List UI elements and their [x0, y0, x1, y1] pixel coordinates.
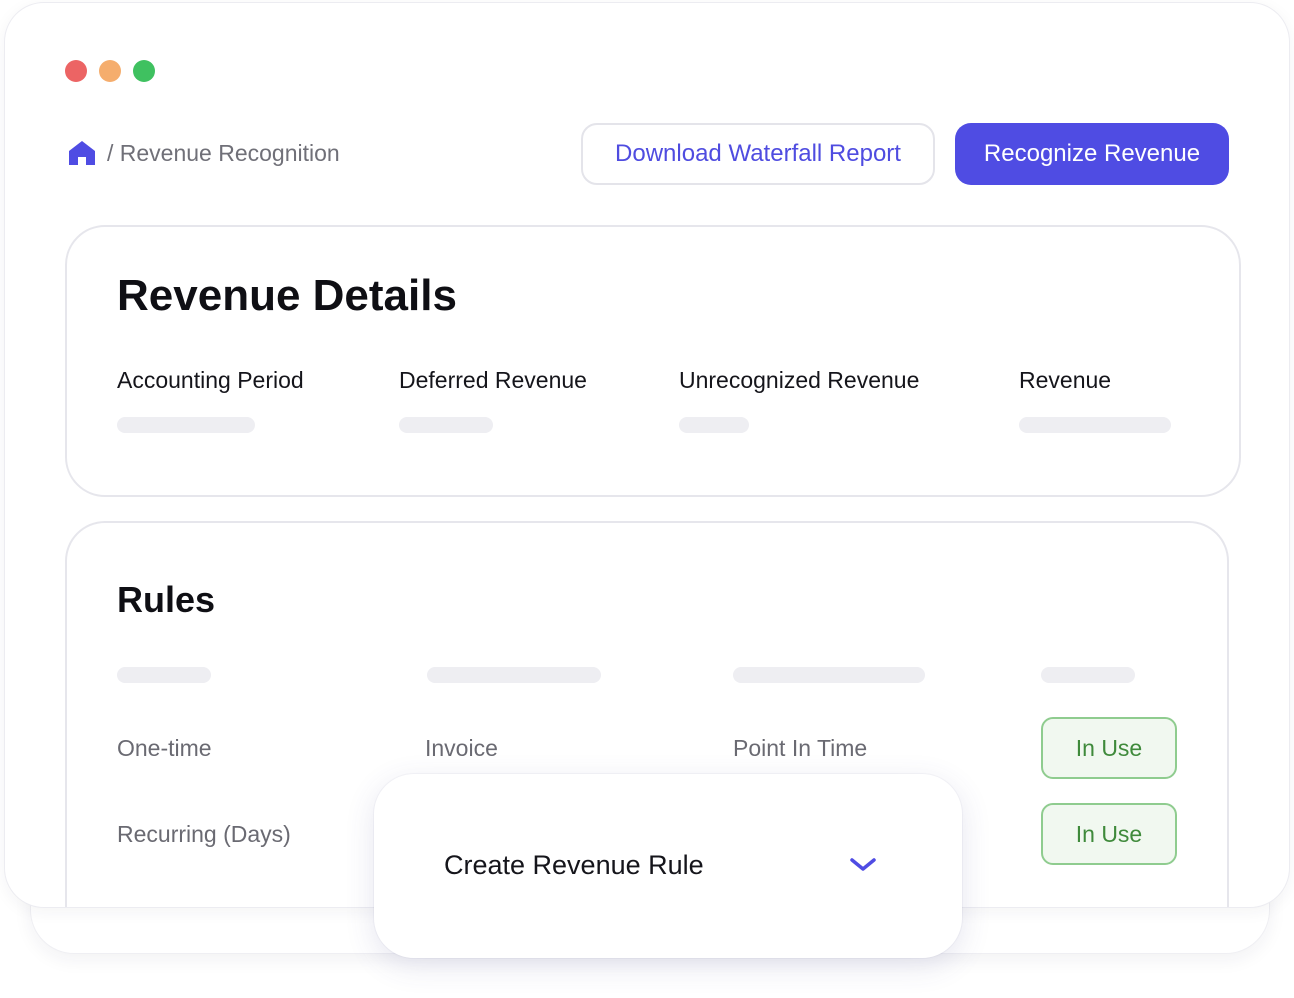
maximize-window-button[interactable]	[133, 60, 155, 82]
rules-title: Rules	[117, 579, 216, 620]
download-waterfall-report-button[interactable]: Download Waterfall Report	[581, 123, 935, 185]
rule-type-cell: One-time	[117, 735, 212, 761]
deferred-revenue-label: Deferred Revenue	[399, 367, 587, 393]
accounting-period-value-placeholder	[117, 417, 255, 433]
create-revenue-rule-label: Create Revenue Rule	[444, 850, 704, 880]
window-controls	[65, 60, 155, 82]
stage: / Revenue Recognition Download Waterfall…	[0, 0, 1294, 998]
minimize-window-button[interactable]	[99, 60, 121, 82]
status-badge[interactable]: In Use	[1041, 803, 1177, 865]
status-badge[interactable]: In Use	[1041, 717, 1177, 779]
rules-header-placeholder	[733, 667, 925, 683]
breadcrumb: / Revenue Recognition	[67, 139, 340, 167]
rules-header-placeholder	[1041, 667, 1135, 683]
rules-header-placeholder	[427, 667, 601, 683]
revenue-details-title: Revenue Details	[117, 271, 457, 320]
create-revenue-rule-dropdown[interactable]: Create Revenue Rule	[374, 774, 962, 958]
chevron-down-icon[interactable]	[848, 856, 878, 879]
accounting-period-label: Accounting Period	[117, 367, 304, 393]
rules-header-placeholder	[117, 667, 211, 683]
unrecognized-revenue-value-placeholder	[679, 417, 749, 433]
app-window: / Revenue Recognition Download Waterfall…	[4, 2, 1290, 908]
rule-type-cell: Recurring (Days)	[117, 821, 291, 847]
revenue-value-placeholder	[1019, 417, 1171, 433]
revenue-label: Revenue	[1019, 367, 1112, 393]
deferred-revenue-value-placeholder	[399, 417, 493, 433]
breadcrumb-current: / Revenue Recognition	[107, 139, 340, 166]
rule-recognition-cell: Point In Time	[733, 735, 868, 761]
revenue-details-card: Revenue Details Accounting Period Deferr…	[65, 225, 1241, 497]
unrecognized-revenue-label: Unrecognized Revenue	[679, 367, 920, 393]
home-icon[interactable]	[67, 139, 97, 167]
recognize-revenue-button[interactable]: Recognize Revenue	[955, 123, 1229, 185]
close-window-button[interactable]	[65, 60, 87, 82]
rule-trigger-cell: Invoice	[425, 735, 498, 761]
